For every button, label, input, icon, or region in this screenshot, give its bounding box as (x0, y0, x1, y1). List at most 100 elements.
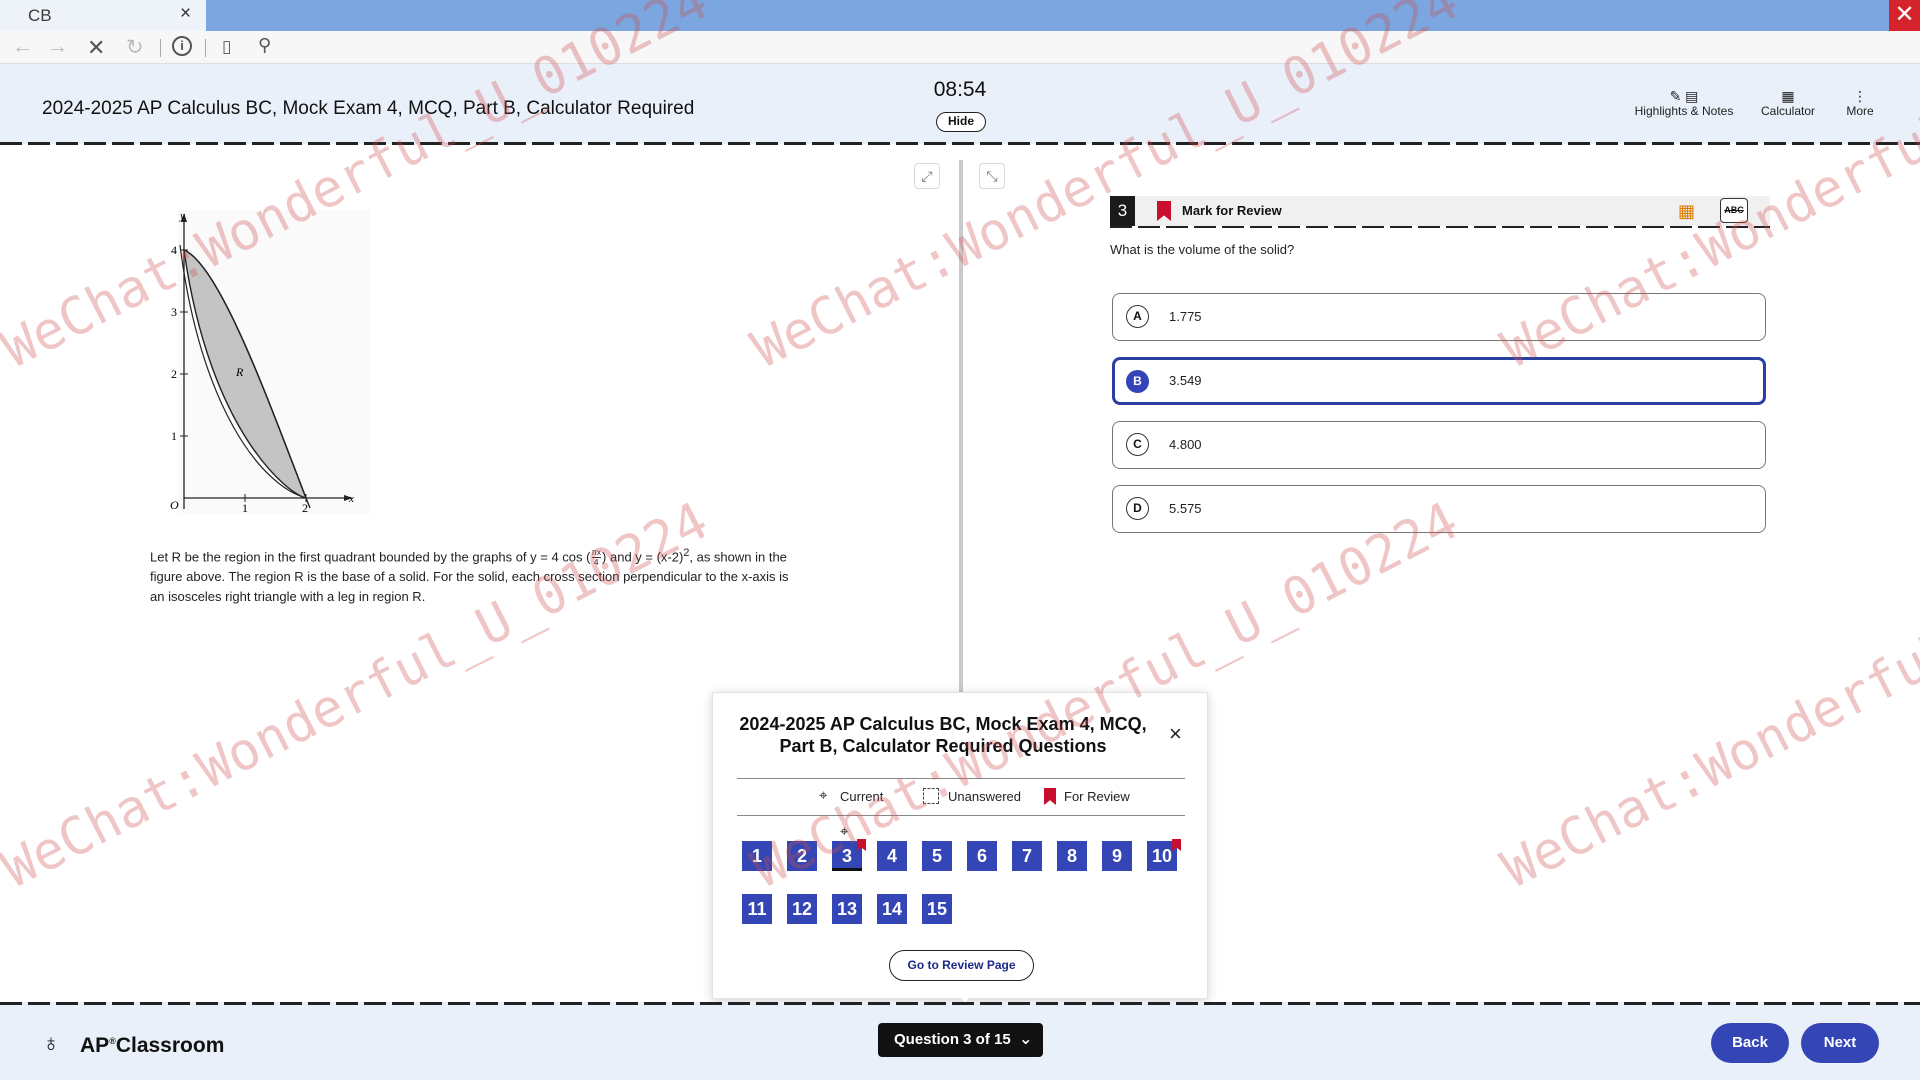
window-close-button[interactable]: ✕ (1889, 0, 1920, 31)
answer-choice-c[interactable]: C 4.800 (1112, 421, 1766, 469)
calculator-allowed-icon: ▦ (1678, 201, 1696, 221)
question-nav-1[interactable]: 1 (742, 841, 772, 871)
y-tick-label-2: 2 (171, 367, 177, 381)
question-nav-5[interactable]: 5 (922, 841, 952, 871)
watermark: WeChat:Wonderful_U_010224 (1492, 491, 1920, 900)
popup-title: 2024-2025 AP Calculus BC, Mock Exam 4, M… (733, 713, 1153, 757)
question-nav-6[interactable]: 6 (967, 841, 997, 871)
toolbar-separator (205, 39, 206, 57)
toolbar-separator (160, 39, 161, 57)
question-nav-15[interactable]: 15 (922, 894, 952, 924)
question-header: 3 Mark for Review ▦ ABC (1110, 196, 1770, 226)
forward-icon[interactable]: → (47, 35, 68, 59)
popup-caret (953, 989, 977, 1002)
exam-title: 2024-2025 AP Calculus BC, Mock Exam 4, M… (42, 98, 695, 119)
x-axis-label: x (348, 493, 354, 505)
answer-choice-d[interactable]: D 5.575 (1112, 485, 1766, 533)
x-tick-label-2: 2 (302, 501, 308, 515)
location-pin-icon: ⌖ (819, 787, 828, 804)
screen: { "browser": { "tab_title": "CB", "tab_c… (0, 0, 1920, 1080)
pane-divider[interactable] (959, 160, 963, 695)
region-label: R (235, 365, 244, 379)
y-tick-label-4: 4 (171, 243, 177, 257)
more-vertical-icon: ⋮ (1853, 88, 1867, 104)
choice-letter: A (1126, 305, 1149, 328)
choice-letter: B (1126, 370, 1149, 393)
passage-part-2: and y = (x-2) (609, 549, 684, 565)
y-tick-label-1: 1 (171, 429, 177, 443)
chevron-down-icon: ⌄ (1019, 1031, 1033, 1048)
logo-classroom: Classroom (115, 1034, 225, 1057)
tab-close-icon[interactable]: × (180, 3, 191, 25)
question-nav-13[interactable]: 13 (832, 894, 862, 924)
back-button[interactable]: Back (1711, 1023, 1789, 1063)
logo-registered: ® (109, 1036, 116, 1046)
tab-title: CB (28, 6, 52, 25)
popup-title-line-2: Part B, Calculator Required Questions (779, 736, 1107, 756)
question-nav-7[interactable]: 7 (1012, 841, 1042, 871)
search-icon[interactable]: ⚲ (258, 35, 271, 56)
question-header-divider (1110, 226, 1770, 228)
hide-timer-button[interactable]: Hide (936, 112, 986, 132)
question-number: 3 (1110, 196, 1135, 226)
fraction: πx 4 (591, 548, 602, 568)
y-tick-label-3: 3 (171, 305, 177, 319)
info-icon[interactable]: i (172, 36, 192, 56)
stop-icon[interactable]: ✕ (87, 35, 105, 61)
fraction-numerator: πx (591, 548, 602, 559)
question-pill-label: Question 3 of 15 (894, 1031, 1011, 1048)
page-icon[interactable]: ▯ (222, 37, 231, 57)
answer-choice-b[interactable]: B 3.549 (1112, 357, 1766, 405)
exam-header: 2024-2025 AP Calculus BC, Mock Exam 4, M… (0, 64, 1920, 144)
browser-tab[interactable]: CB × (0, 0, 206, 31)
choice-letter: C (1126, 433, 1149, 456)
acorn-logo-icon: ♁ (42, 1030, 60, 1057)
option-eliminator-button[interactable]: ABC (1720, 198, 1748, 223)
question-nav-8[interactable]: 8 (1057, 841, 1087, 871)
more-button[interactable]: ⋮ More (1842, 88, 1878, 118)
popup-title-line-1: 2024-2025 AP Calculus BC, Mock Exam 4, M… (739, 714, 1147, 734)
calculator-icon: ▦ (1781, 88, 1795, 104)
calculator-button[interactable]: ▦ Calculator (1756, 88, 1820, 118)
legend-for-review: For Review (1064, 789, 1130, 804)
question-nav-9[interactable]: 9 (1102, 841, 1132, 871)
header-divider (0, 142, 1920, 145)
footer-divider (0, 1002, 1920, 1005)
question-navigator-popup: 2024-2025 AP Calculus BC, Mock Exam 4, M… (712, 692, 1208, 999)
choice-value: 1.775 (1169, 309, 1202, 324)
answer-choice-a[interactable]: A 1.775 (1112, 293, 1766, 341)
browser-tab-bar: CB × ✕ (0, 0, 1920, 31)
popup-legend: ⌖ Current Unanswered For Review (737, 778, 1185, 816)
choice-value: 4.800 (1169, 437, 1202, 452)
x-tick-label-1: 1 (242, 501, 248, 515)
question-stem: What is the volume of the solid? (1110, 242, 1295, 257)
legend-unanswered: Unanswered (948, 789, 1021, 804)
choice-value: 3.549 (1169, 373, 1202, 388)
refresh-icon[interactable]: ↻ (126, 35, 144, 60)
expand-left-pane-button[interactable]: ⤢ (914, 163, 940, 189)
region-graph: y x O R 1 2 3 4 1 2 (170, 210, 370, 515)
go-to-review-page-button[interactable]: Go to Review Page (889, 950, 1034, 981)
mark-for-review-label[interactable]: Mark for Review (1182, 203, 1282, 218)
highlights-notes-label: Highlights & Notes (1634, 104, 1734, 118)
bookmark-icon[interactable] (1157, 201, 1171, 221)
origin-label: O (170, 498, 179, 512)
timer: 08:54 (933, 78, 987, 101)
question-nav-4[interactable]: 4 (877, 841, 907, 871)
question-navigator-toggle[interactable]: Question 3 of 15 ⌄ (878, 1023, 1043, 1057)
highlights-notes-button[interactable]: ✎ ▤ Highlights & Notes (1628, 88, 1740, 118)
next-button[interactable]: Next (1801, 1023, 1879, 1063)
browser-toolbar: ← → ✕ ↻ i ▯ ⚲ (0, 31, 1920, 64)
question-nav-14[interactable]: 14 (877, 894, 907, 924)
review-flag-icon (1044, 788, 1056, 805)
question-nav-12[interactable]: 12 (787, 894, 817, 924)
question-nav-11[interactable]: 11 (742, 894, 772, 924)
back-icon[interactable]: ← (12, 35, 33, 59)
close-icon[interactable]: × (1169, 721, 1182, 747)
passage-text: Let R be the region in the first quadran… (150, 547, 789, 605)
fraction-denominator: 4 (594, 558, 599, 568)
unanswered-box-icon (923, 788, 939, 804)
question-nav-2[interactable]: 2 (787, 841, 817, 871)
current-location-pin-icon: ⌖ (840, 823, 849, 840)
expand-right-pane-button[interactable]: ⤡ (979, 163, 1005, 189)
